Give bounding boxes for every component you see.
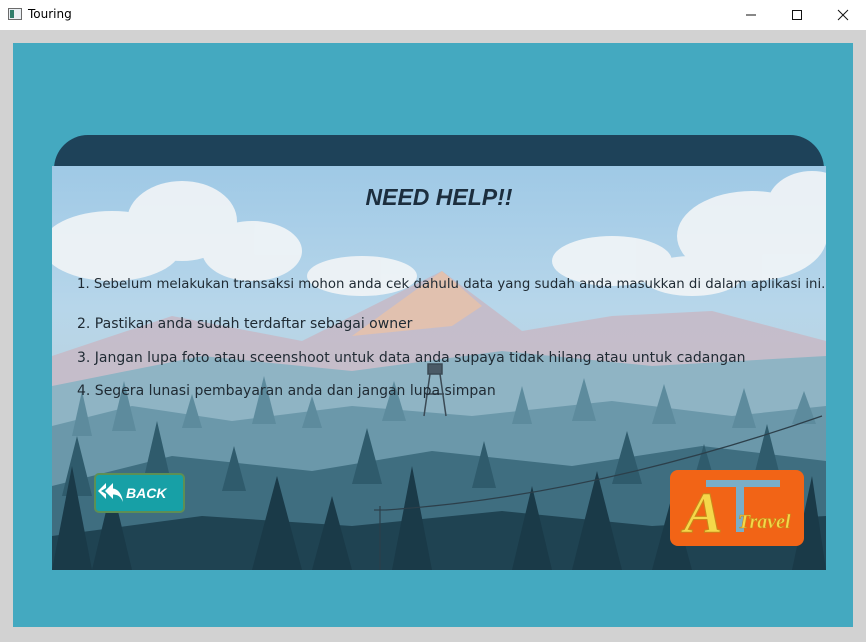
help-item-1: 1. Sebelum melakukan transaksi mohon and… (77, 277, 826, 292)
reply-all-icon (96, 478, 126, 508)
logo-text: Travel (738, 511, 791, 533)
travel-logo: A Travel (670, 470, 804, 546)
help-item-3: 3. Jangan lupa foto atau sceenshoot untu… (77, 350, 746, 366)
window-titlebar: Touring (0, 0, 866, 30)
window-title: Touring (28, 7, 72, 21)
app-icon (8, 8, 22, 20)
minimize-icon (746, 14, 756, 16)
maximize-icon (792, 10, 802, 20)
help-item-2: 2. Pastikan anda sudah terdaftar sebagai… (77, 316, 413, 332)
logo-letter: A (681, 480, 723, 545)
maximize-button[interactable] (774, 0, 820, 30)
back-label: BACK (126, 485, 167, 501)
help-item-4: 4. Segera lunasi pembayaran anda dan jan… (77, 383, 496, 399)
close-button[interactable] (820, 0, 866, 30)
minimize-button[interactable] (728, 0, 774, 30)
close-icon (837, 9, 849, 21)
help-title: NEED HELP!! (365, 184, 513, 210)
back-button[interactable]: BACK (94, 473, 185, 513)
